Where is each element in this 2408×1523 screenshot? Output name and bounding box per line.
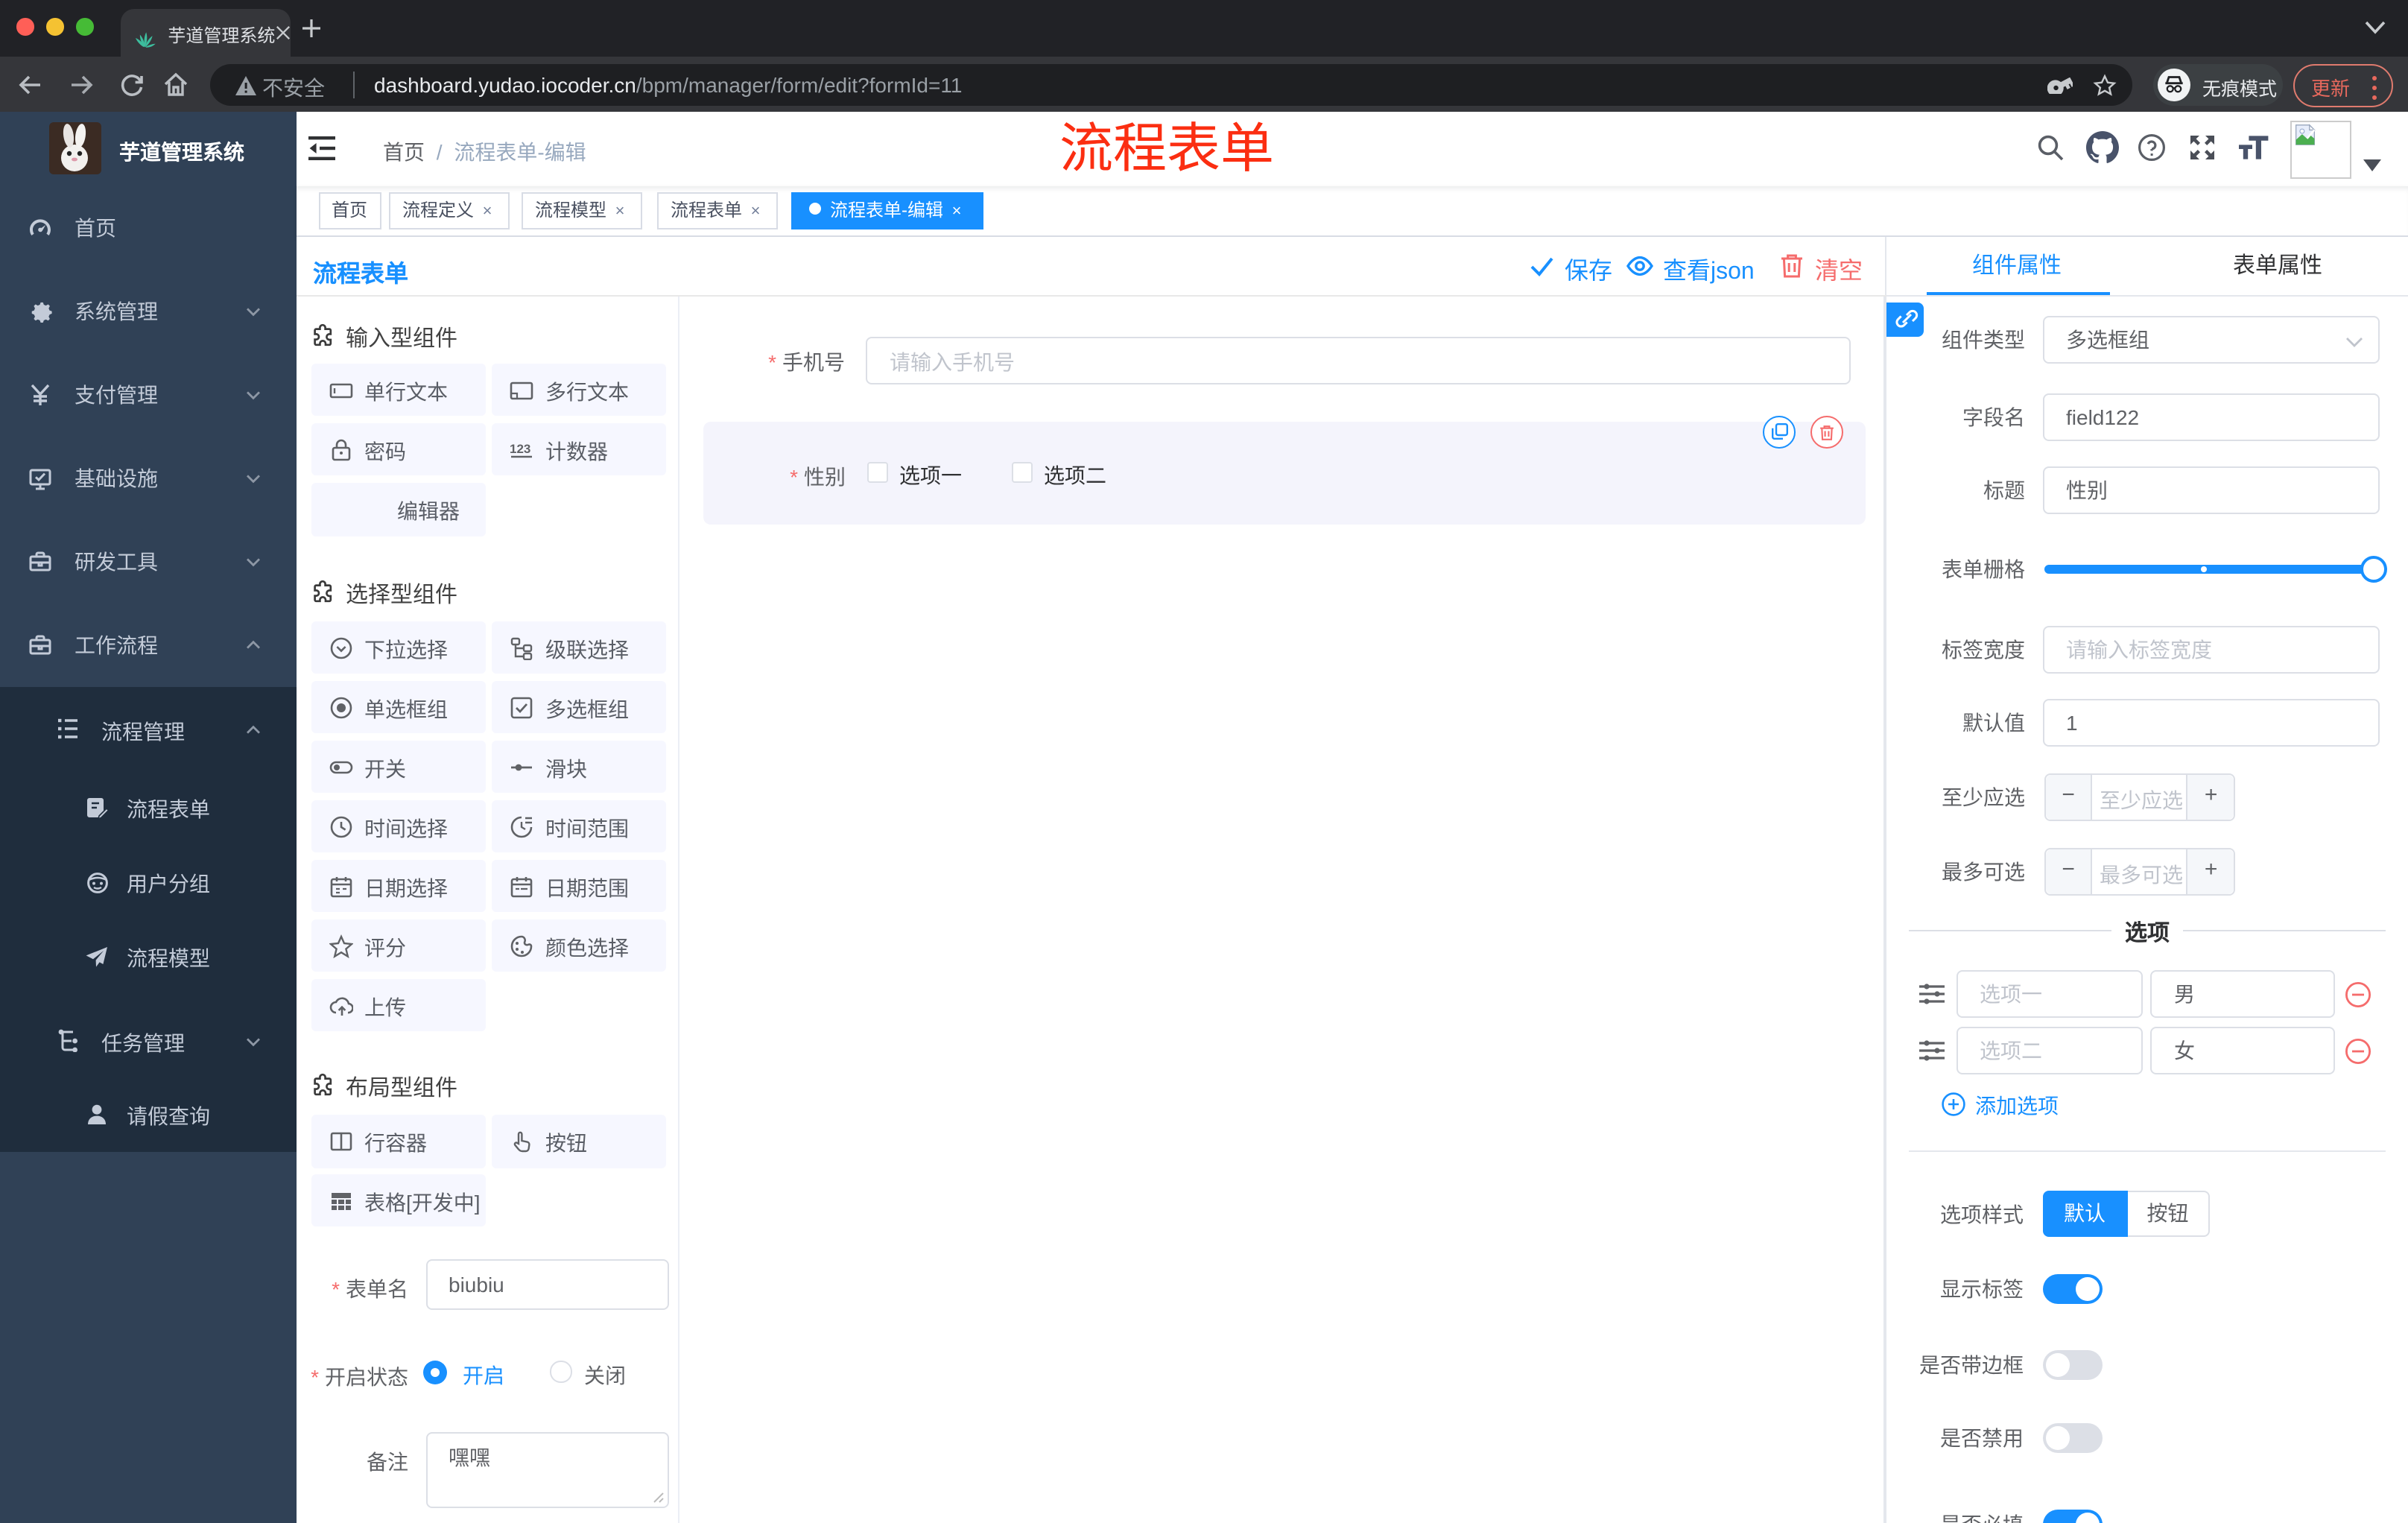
svg-text:123: 123 (510, 441, 530, 455)
